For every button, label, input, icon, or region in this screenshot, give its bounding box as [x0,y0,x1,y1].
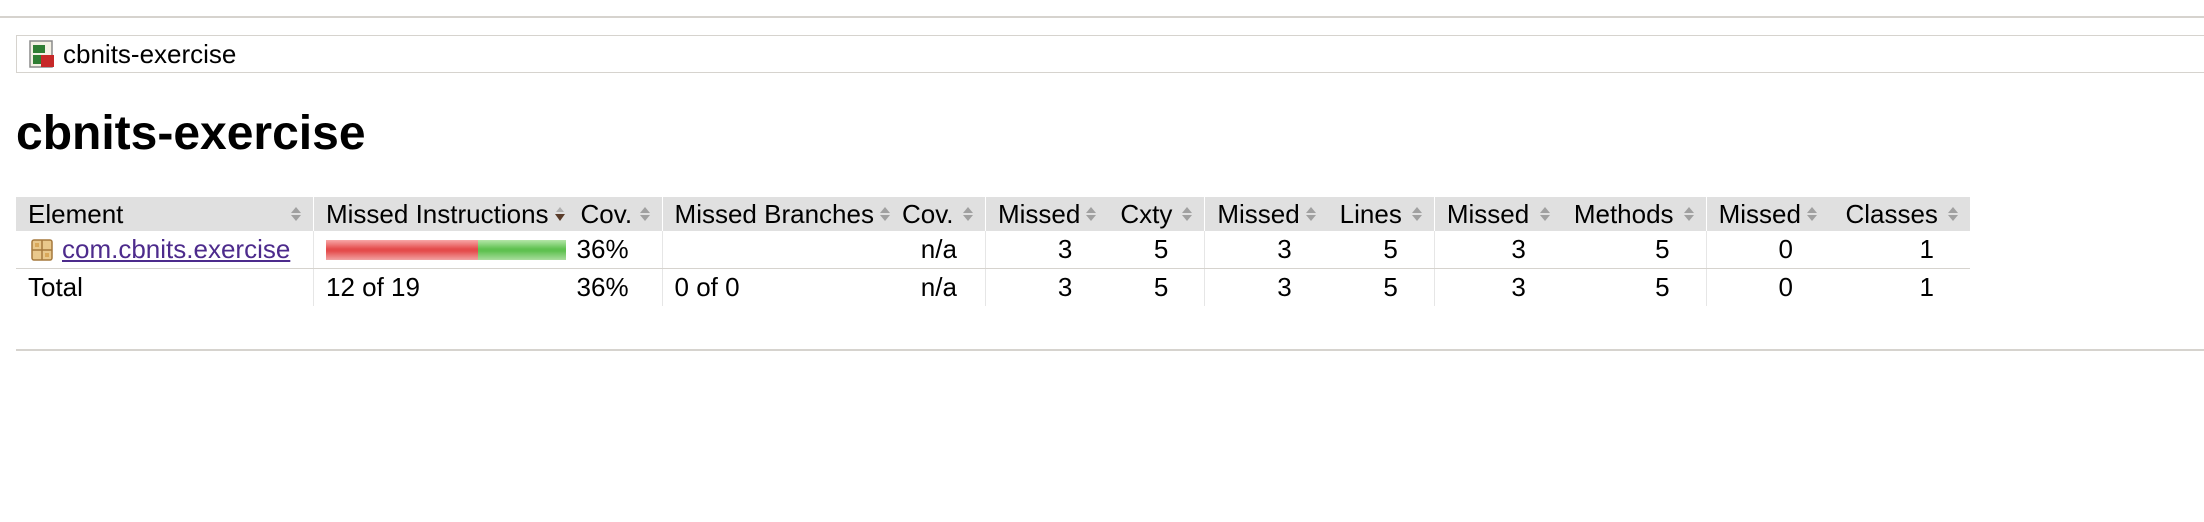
cell-cxty: 5 [1108,231,1205,269]
total-classes: 1 [1919,272,1934,302]
covered-bar [478,239,566,260]
header-missed-methods[interactable]: Missed [1433,197,1562,231]
cell-element: com.cbnits.exercise [16,231,314,269]
total-row: Total 12 of 19 36% 0 of 0 n/a 3 5 3 5 3 … [16,268,1970,306]
cell-methods: 5 [1561,231,1707,269]
header-element[interactable]: Element [16,197,314,231]
header-missed-branches[interactable]: Missed Branches [661,197,902,231]
cell-cxty-missed: 3 [984,231,1109,269]
missed-bar [326,239,478,260]
total-cxty-missed: 3 [984,268,1109,306]
sort-icon [1411,207,1422,221]
cell-instructions-cov: 36% [576,231,663,269]
header-missed-instructions[interactable]: Missed Instructions [312,197,577,231]
table-header-row: Element Missed Instructions Cov. Missed … [16,197,1970,231]
header-missed-classes[interactable]: Missed [1705,197,1829,231]
total-label: Total [28,272,83,302]
cell-lines: 5 [1327,231,1435,269]
cell-instructions-bar [312,231,577,269]
session-icon [29,40,54,68]
header-classes[interactable]: Classes [1828,197,1970,231]
cell-lines-missed: 3 [1204,231,1328,269]
total-instructions: 12 of 19 [312,268,577,306]
total-methods-missed: 3 [1433,268,1562,306]
total-lines: 5 [1383,272,1398,302]
header-methods[interactable]: Methods [1561,197,1707,231]
sort-icon [879,207,890,221]
sort-icon [1683,207,1694,221]
sort-down-icon [554,207,565,221]
cell-branches [661,231,902,269]
total-instructions-cov: 36% [576,272,629,302]
total-cxty: 5 [1153,272,1169,302]
table-row: com.cbnits.exercise 36% n/a 3 5 3 5 3 5 … [16,231,1970,269]
cell-branches-cov: n/a [901,231,986,269]
cell-classes: 1 [1828,231,1970,269]
sort-icon [962,207,973,221]
total-lines-missed: 3 [1204,268,1328,306]
header-lines[interactable]: Lines [1327,197,1435,231]
cell-classes-missed: 0 [1705,231,1829,269]
total-methods: 5 [1655,272,1670,302]
sort-icon [1305,207,1316,221]
sort-icon [1947,207,1958,221]
top-rule [0,16,2204,18]
header-missed-cxty[interactable]: Missed [984,197,1109,231]
header-missed-lines[interactable]: Missed [1204,197,1328,231]
coverage-table: Element Missed Instructions Cov. Missed … [16,197,1970,306]
coverage-bar [326,239,566,260]
sort-icon [1086,207,1097,221]
header-cxty[interactable]: Cxty [1108,197,1205,231]
sort-icon [1539,207,1550,221]
cell-methods-missed: 3 [1433,231,1562,269]
total-classes-missed: 0 [1705,268,1829,306]
sort-icon [639,207,650,221]
sort-icon [1806,207,1817,221]
total-branches: 0 of 0 [661,268,902,306]
bottom-rule [16,349,2204,351]
header-branches-cov[interactable]: Cov. [901,197,986,231]
breadcrumb-session-label[interactable]: cbnits-exercise [63,39,236,70]
header-instructions-cov[interactable]: Cov. [576,197,663,231]
package-icon [31,238,53,261]
total-branches-cov: n/a [920,272,957,302]
package-link[interactable]: com.cbnits.exercise [62,234,290,265]
breadcrumb: cbnits-exercise [16,35,2204,73]
page-title: cbnits-exercise [16,107,366,160]
sort-icon [1182,207,1193,221]
sort-icon [291,207,301,221]
